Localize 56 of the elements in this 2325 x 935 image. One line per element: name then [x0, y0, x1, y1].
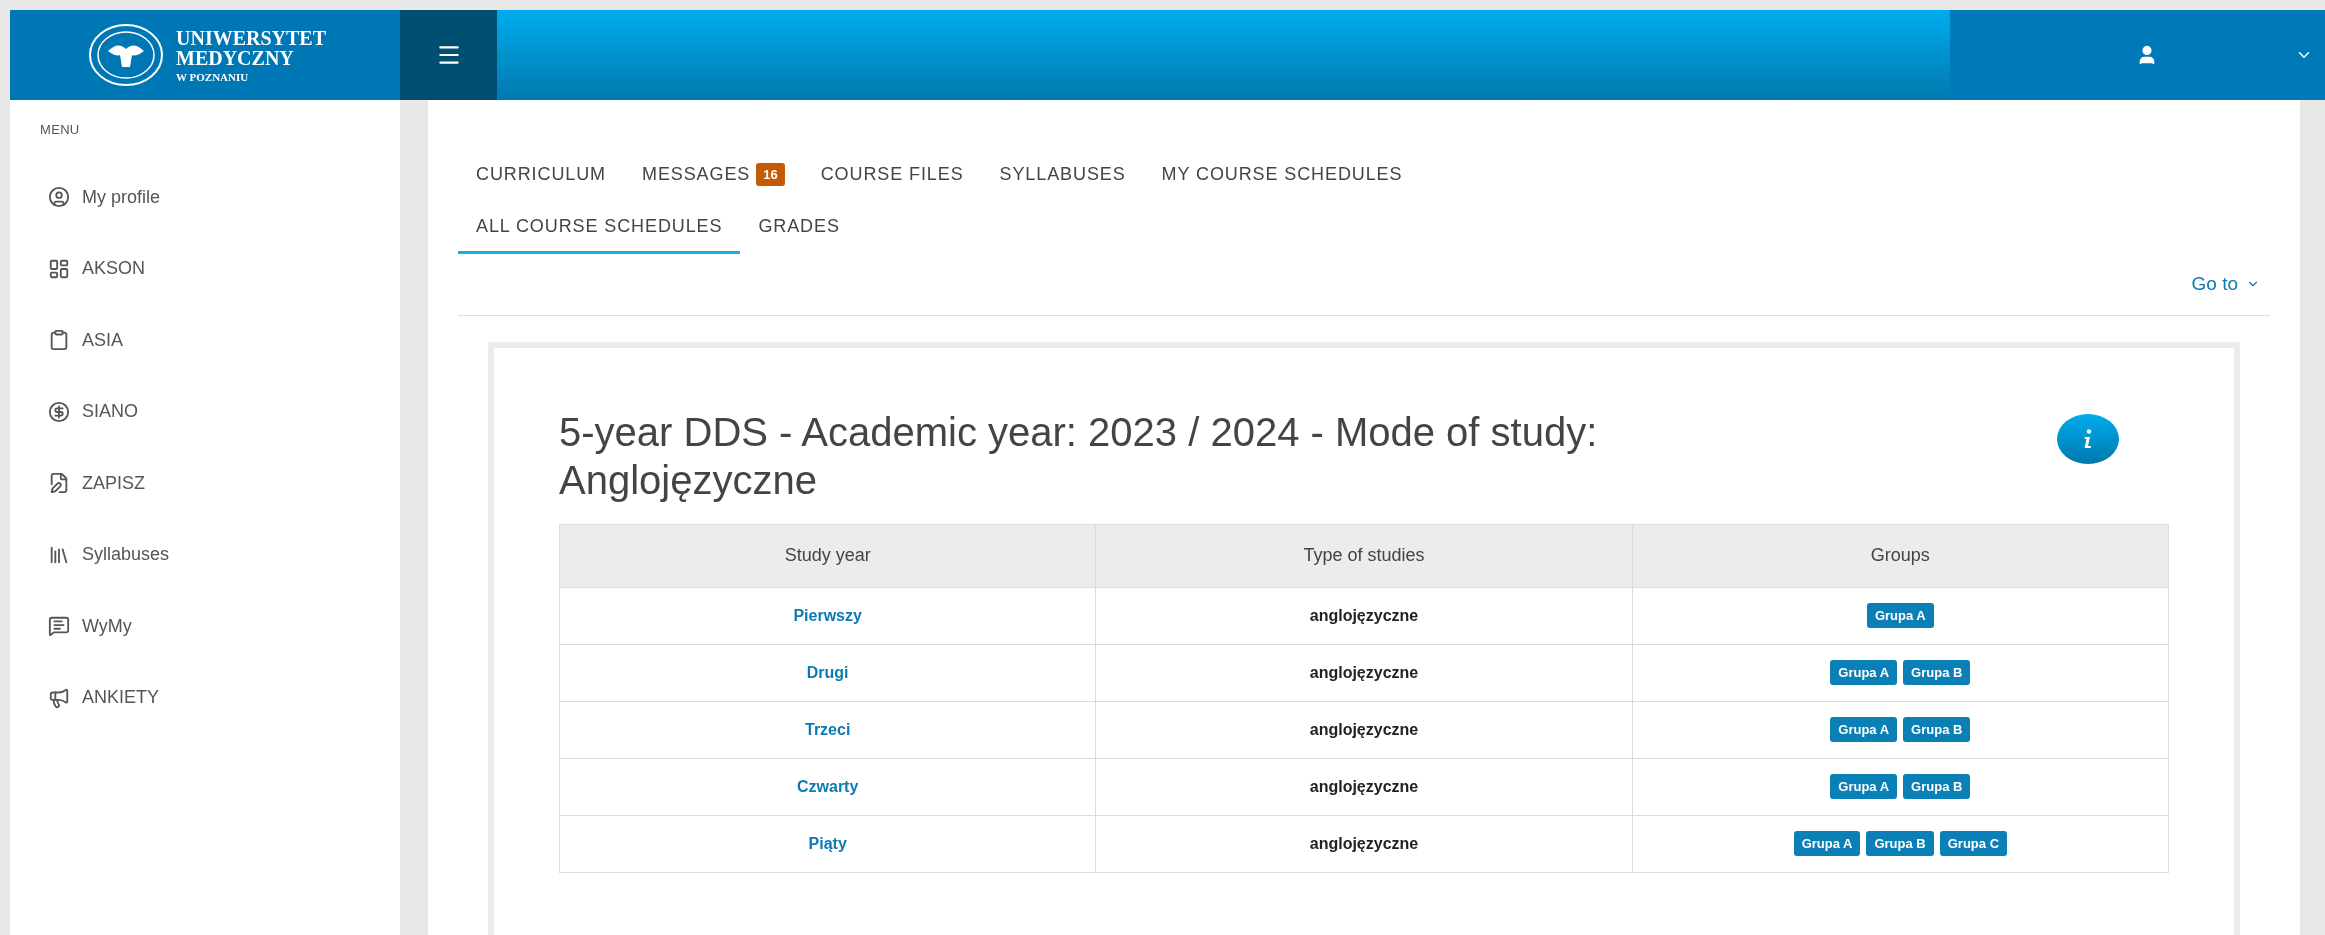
go-to-link[interactable]: Go to — [2191, 270, 2260, 299]
menu-heading: MENU — [40, 121, 81, 139]
edit-icon — [48, 472, 70, 495]
group-tag[interactable]: Grupa A — [1793, 830, 1861, 857]
seal-icon — [88, 23, 164, 87]
clipboard-icon — [48, 329, 70, 352]
group-tag[interactable]: Grupa B — [1903, 659, 1971, 686]
study-year-link[interactable]: Czwarty — [797, 777, 859, 795]
group-tag[interactable]: Grupa C — [1939, 830, 2008, 857]
column-header: Type of studies — [1095, 524, 1633, 587]
nav-tab[interactable]: MY COURSE SCHEDULES — [1143, 150, 1421, 202]
sidebar-item[interactable]: Syllabuses — [40, 519, 400, 591]
table-cell: anglojęzyczne — [1095, 701, 1633, 758]
note-icon — [48, 615, 70, 638]
coin-icon — [48, 400, 70, 423]
speaker-icon — [48, 686, 70, 709]
table-cell: anglojęzyczne — [1095, 815, 1633, 872]
column-header: Study year — [559, 524, 1096, 587]
sidebar-item[interactable]: ZAPISZ — [40, 447, 400, 519]
sidebar-item[interactable]: SIANO — [40, 376, 400, 448]
logo-text: UNIWERSYTET — [176, 27, 327, 48]
group-tag[interactable]: Grupa A — [1830, 716, 1898, 743]
sidebar-item[interactable]: WyMy — [40, 590, 400, 662]
table-cell: anglojęzyczne — [1095, 644, 1633, 701]
nav-tab[interactable]: MESSAGES 16 — [624, 150, 803, 202]
sidebar-item[interactable]: AKSON — [40, 233, 400, 305]
nav-tab[interactable]: SYLLABUSES — [981, 150, 1144, 202]
nav-tab[interactable]: COURSE FILES — [802, 150, 982, 202]
nav-tab[interactable]: CURRICULUM — [458, 150, 624, 202]
column-header: Groups — [1632, 524, 2169, 587]
count-badge: 16 — [756, 162, 785, 187]
study-year-link[interactable]: Drugi — [806, 663, 849, 681]
logo-text: MEDYCZNY — [176, 47, 295, 68]
sidebar-item[interactable]: ANKIETY — [40, 662, 400, 734]
nav-tab[interactable]: ALL COURSE SCHEDULES — [458, 202, 741, 254]
group-tag[interactable]: Grupa B — [1903, 773, 1971, 800]
group-tag[interactable]: Grupa A — [1830, 773, 1898, 800]
dashboard-icon — [48, 257, 70, 280]
nav-tab[interactable]: GRADES — [740, 202, 858, 254]
study-year-link[interactable]: Piąty — [808, 834, 847, 852]
logo-text: W POZNANIU — [176, 71, 250, 83]
table-cell: anglojęzyczne — [1095, 758, 1633, 815]
menu-button[interactable] — [400, 10, 497, 100]
group-tag[interactable]: Grupa B — [1903, 716, 1971, 743]
study-year-link[interactable]: Trzeci — [805, 720, 851, 738]
user-circle-icon — [48, 186, 70, 209]
user-menu-button[interactable] — [1950, 10, 2325, 100]
study-year-link[interactable]: Pierwszy — [793, 606, 862, 624]
info-icon — [2084, 428, 2092, 449]
group-tag[interactable]: Grupa A — [1830, 659, 1898, 686]
sidebar-item[interactable]: ASIA — [40, 304, 400, 376]
card-title: 5-year DDS - Academic year: 2023 / 2024 - Mode of study: Anglojęzyczne — [559, 408, 1599, 504]
group-tag[interactable]: Grupa A — [1866, 602, 1934, 629]
table-cell: anglojęzyczne — [1095, 587, 1633, 644]
sidebar-item[interactable]: My profile — [40, 161, 400, 233]
group-tag[interactable]: Grupa B — [1866, 830, 1934, 857]
